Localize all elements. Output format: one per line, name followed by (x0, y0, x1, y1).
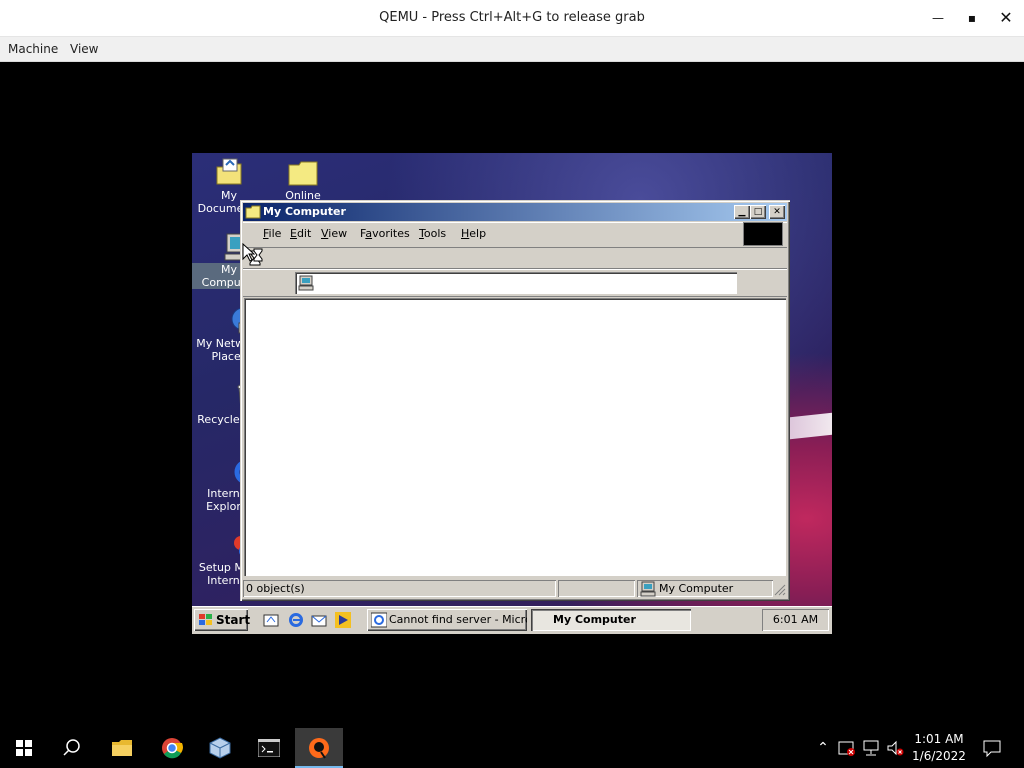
qemu-menu-machine[interactable]: Machine (8, 37, 58, 61)
my-computer-window: My Computer ▁ □ ✕ File Edit View Favorit… (240, 200, 790, 601)
folder-icon (245, 205, 261, 219)
my-computer-icon (298, 275, 314, 291)
qemu-window-title: QEMU - Press Ctrl+Alt+G to release grab (379, 10, 645, 25)
qemu-titlebar: QEMU - Press Ctrl+Alt+G to release grab … (0, 0, 1024, 37)
status-location-label: My Computer (659, 582, 734, 595)
maximize-button[interactable]: □ (750, 205, 766, 219)
host-clock[interactable]: 1:01 AM 1/6/2022 (908, 731, 970, 765)
busy-cursor-icon (242, 243, 263, 262)
show-desktop-icon[interactable] (263, 612, 279, 628)
host-terminal[interactable] (245, 728, 293, 768)
window-menubar: File Edit View Favorites Tools Help (243, 222, 787, 248)
menu-file[interactable]: File (263, 223, 281, 245)
task-label: My Computer (553, 613, 636, 626)
host-time: 1:01 AM (914, 732, 964, 746)
outlook-express-icon[interactable] (311, 612, 327, 628)
media-player-icon[interactable] (335, 612, 351, 628)
menu-edit[interactable]: Edit (290, 223, 311, 245)
search-icon (63, 739, 80, 756)
start-icon (16, 740, 32, 756)
address-field[interactable] (295, 272, 737, 294)
file-explorer-icon (112, 740, 132, 756)
guest-clock[interactable]: 6:01 AM (762, 609, 829, 631)
host-start-button[interactable] (0, 728, 48, 768)
menu-favorites[interactable]: Favorites (360, 223, 410, 245)
folder-content-area[interactable] (244, 298, 786, 576)
task-button-my-computer[interactable]: My Computer (531, 609, 691, 631)
status-object-count: 0 object(s) (243, 580, 556, 597)
menu-help[interactable]: Help (461, 223, 486, 245)
host-search-button[interactable] (48, 728, 96, 768)
qemu-menubar: Machine View (0, 37, 1024, 62)
folder-icon (287, 157, 319, 189)
ethernet-icon[interactable] (861, 738, 881, 758)
menu-view[interactable]: View (321, 223, 347, 245)
qemu-icon (309, 738, 329, 759)
host-file-explorer[interactable] (98, 728, 146, 768)
task-button-ie[interactable]: Cannot find server - Micros... (367, 609, 527, 631)
close-button[interactable]: ✕ (769, 205, 785, 219)
volume-muted-icon[interactable] (885, 738, 905, 758)
status-location: My Computer (637, 580, 773, 597)
status-bar: 0 object(s) My Computer (243, 579, 787, 598)
host-qemu[interactable] (295, 728, 343, 768)
host-virtualbox[interactable] (196, 728, 244, 768)
virtualbox-icon (209, 737, 231, 759)
windows-logo-icon (199, 614, 212, 625)
my-computer-icon (640, 581, 656, 597)
start-button[interactable]: Start (194, 609, 251, 631)
window-titlebar[interactable]: My Computer ▁ □ ✕ (243, 203, 787, 221)
minimize-icon[interactable]: — (921, 0, 955, 36)
guest-taskbar: Start Cannot find server - Micros... My … (192, 606, 832, 634)
chrome-icon (162, 738, 183, 759)
desktop-icon-online[interactable]: Online (266, 157, 340, 202)
status-empty-pane (558, 580, 635, 597)
my-documents-icon (213, 157, 245, 189)
start-label: Start (216, 613, 251, 627)
close-icon[interactable]: ✕ (989, 0, 1023, 36)
guest-desktop: My Documents Online My Computer My Netwo… (192, 153, 832, 634)
qemu-menu-view[interactable]: View (70, 37, 98, 61)
task-label: Cannot find server - Micros... (389, 613, 527, 626)
resize-grip-icon[interactable] (774, 584, 786, 596)
notifications-icon[interactable] (982, 738, 1002, 758)
minimize-button[interactable]: ▁ (734, 205, 750, 219)
standard-toolbar (243, 248, 787, 269)
host-taskbar: ⌃ 1:01 AM 1/6/2022 (0, 728, 1024, 768)
internet-explorer-icon (371, 612, 387, 628)
menu-tools[interactable]: Tools (419, 223, 446, 245)
wallpaper-streak (790, 412, 832, 440)
window-title: My Computer (263, 205, 346, 218)
internet-explorer-icon[interactable] (288, 612, 304, 628)
network-warning-icon[interactable] (837, 738, 857, 758)
address-bar (243, 269, 787, 297)
chevron-up-icon[interactable]: ⌃ (813, 738, 833, 758)
terminal-icon (258, 739, 280, 757)
host-date: 1/6/2022 (912, 749, 966, 763)
windows-throbber (743, 222, 783, 246)
host-chrome[interactable] (148, 728, 196, 768)
restore-icon[interactable]: ▪ (955, 0, 989, 36)
